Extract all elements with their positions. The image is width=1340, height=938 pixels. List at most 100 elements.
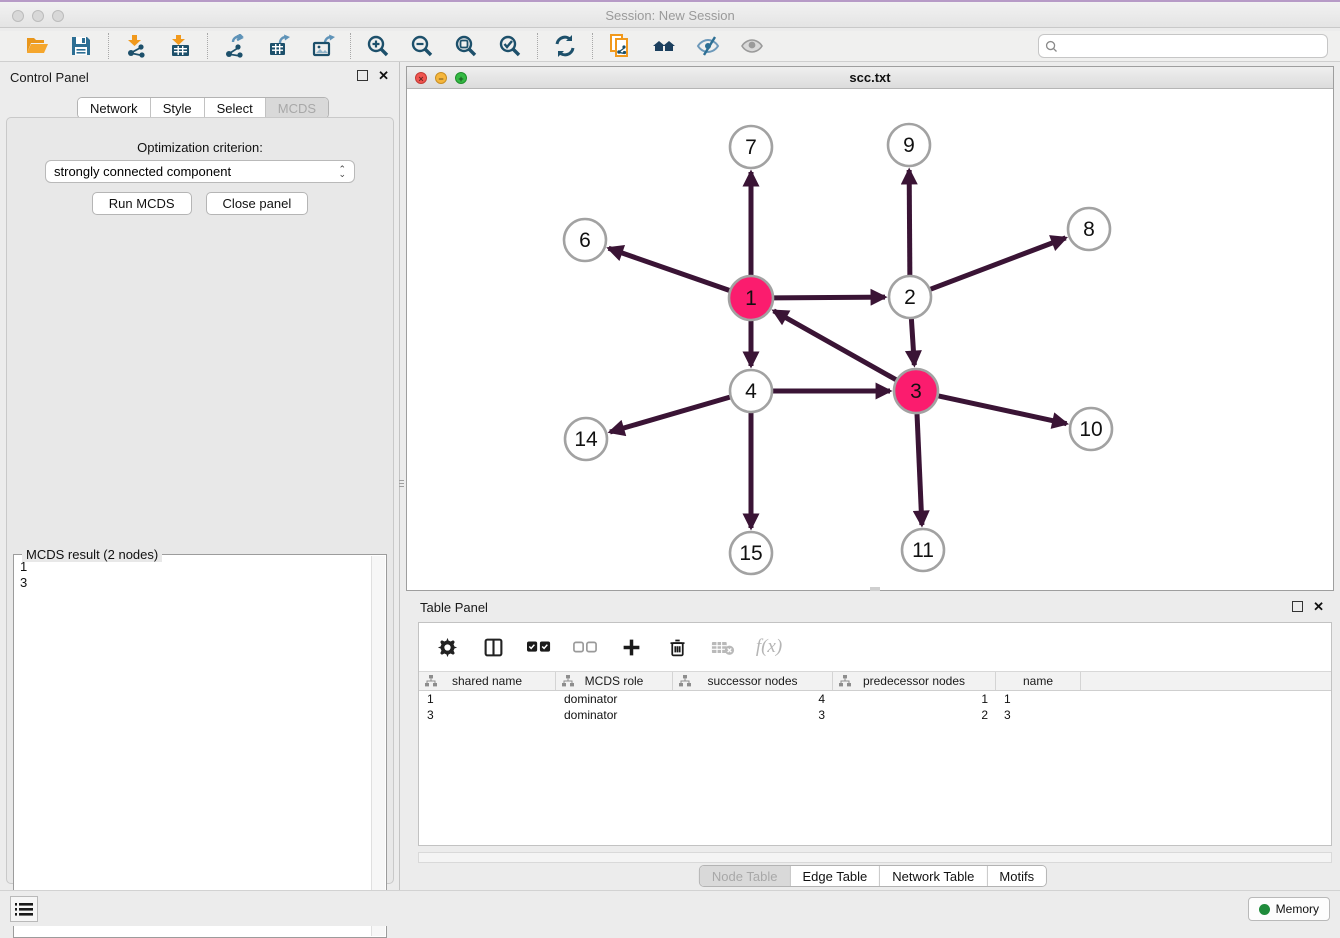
tab-select[interactable]: Select — [205, 98, 266, 118]
checked-boxes-icon[interactable] — [527, 635, 551, 659]
network-resize-handle[interactable] — [870, 587, 880, 591]
control-panel-tabs: NetworkStyleSelectMCDS — [77, 97, 329, 119]
tab-network-table[interactable]: Network Table — [880, 866, 987, 886]
svg-text:3: 3 — [910, 380, 922, 403]
status-bar: Memory — [0, 890, 1340, 926]
table-cell[interactable]: 4 — [673, 691, 833, 707]
run-mcds-button[interactable]: Run MCDS — [92, 192, 192, 215]
search-input[interactable] — [1062, 39, 1321, 53]
task-list-button[interactable] — [10, 896, 38, 922]
tab-edge-table[interactable]: Edge Table — [790, 866, 880, 886]
column-header-successor-nodes[interactable]: successor nodes — [673, 672, 833, 690]
column-header-label: successor nodes — [707, 674, 797, 688]
application-window: Session: New Session — [0, 0, 1340, 926]
duplicate-network-icon[interactable] — [607, 33, 633, 59]
graph-node-1[interactable]: 1 — [729, 276, 773, 320]
svg-text:4: 4 — [745, 380, 757, 403]
table-cell[interactable]: 2 — [833, 707, 996, 723]
column-header-shared-name[interactable]: shared name — [419, 672, 556, 690]
edge-4-14[interactable] — [610, 397, 730, 432]
close-panel-icon[interactable]: ✕ — [378, 70, 389, 81]
mcds-result-box: MCDS result (2 nodes) 1 3 — [13, 554, 387, 938]
mcds-result-text[interactable]: 1 3 — [16, 557, 370, 935]
table-horizontal-scrollbar[interactable] — [418, 852, 1332, 863]
dropdown-selected-value: strongly connected component — [54, 164, 338, 179]
unchecked-boxes-icon[interactable] — [573, 635, 597, 659]
table-cell[interactable]: 3 — [996, 707, 1081, 723]
column-header-predecessor-nodes[interactable]: predecessor nodes — [833, 672, 996, 690]
network-canvas[interactable]: 7 9 6 8 1 2 4 3 14 10 15 11 — [407, 89, 1333, 590]
table-cell[interactable]: 1 — [833, 691, 996, 707]
graph-node-8[interactable]: 8 — [1068, 208, 1110, 250]
trash-icon[interactable] — [665, 635, 689, 659]
panel-splitter-handle[interactable] — [399, 470, 404, 496]
graph-node-11[interactable]: 11 — [902, 529, 944, 571]
export-table-icon[interactable] — [266, 33, 292, 59]
delete-table-icon[interactable] — [711, 635, 735, 659]
graph-node-2[interactable]: 2 — [889, 276, 931, 318]
table-cell[interactable]: 1 — [996, 691, 1081, 707]
column-header-MCDS-role[interactable]: MCDS role — [556, 672, 673, 690]
graph-node-9[interactable]: 9 — [888, 124, 930, 166]
graph-node-10[interactable]: 10 — [1070, 408, 1112, 450]
table-cell[interactable]: dominator — [556, 691, 673, 707]
graph-node-3[interactable]: 3 — [894, 369, 938, 413]
import-table-icon[interactable] — [167, 33, 193, 59]
gear-icon[interactable] — [435, 635, 459, 659]
tab-motifs[interactable]: Motifs — [987, 866, 1046, 886]
plus-icon[interactable] — [619, 635, 643, 659]
column-header-name[interactable]: name — [996, 672, 1081, 690]
zoom-fit-icon[interactable] — [453, 33, 479, 59]
edge-3-10[interactable] — [938, 396, 1066, 424]
graph-node-15[interactable]: 15 — [730, 532, 772, 574]
save-icon[interactable] — [68, 33, 94, 59]
edge-3-1[interactable] — [774, 311, 896, 380]
table-cell[interactable]: 1 — [419, 691, 556, 707]
export-image-icon[interactable] — [310, 33, 336, 59]
refresh-icon[interactable] — [552, 33, 578, 59]
edge-2-3[interactable] — [911, 319, 914, 365]
show-eye-icon[interactable] — [739, 33, 765, 59]
graph-node-6[interactable]: 6 — [564, 219, 606, 261]
float-panel-icon[interactable] — [357, 70, 368, 81]
optimization-criterion-dropdown[interactable]: strongly connected component ⌃⌄ — [45, 160, 355, 183]
search-field[interactable] — [1038, 34, 1328, 58]
function-icon[interactable]: f(x) — [757, 635, 781, 659]
tab-network[interactable]: Network — [78, 98, 151, 118]
graph-node-7[interactable]: 7 — [730, 126, 772, 168]
memory-button[interactable]: Memory — [1248, 897, 1330, 921]
edge-1-6[interactable] — [609, 248, 730, 290]
network-window-titlebar[interactable]: × − + scc.txt — [407, 67, 1333, 89]
hide-eye-icon[interactable] — [695, 33, 721, 59]
close-table-panel-icon[interactable]: ✕ — [1313, 601, 1324, 612]
zoom-in-icon[interactable] — [365, 33, 391, 59]
import-network-icon[interactable] — [123, 33, 149, 59]
edge-3-11[interactable] — [917, 414, 922, 525]
close-panel-button[interactable]: Close panel — [206, 192, 309, 215]
table-row[interactable]: 1dominator411 — [419, 691, 1331, 707]
edge-1-2[interactable] — [774, 297, 885, 298]
edge-2-9[interactable] — [909, 170, 910, 275]
table-row[interactable]: 3dominator323 — [419, 707, 1331, 723]
graph-node-14[interactable]: 14 — [565, 418, 607, 460]
zoom-selected-icon[interactable] — [497, 33, 523, 59]
split-columns-icon[interactable] — [481, 635, 505, 659]
table-cell[interactable]: dominator — [556, 707, 673, 723]
export-network-icon[interactable] — [222, 33, 248, 59]
result-scrollbar[interactable] — [371, 556, 385, 936]
graph-node-4[interactable]: 4 — [730, 370, 772, 412]
tab-mcds[interactable]: MCDS — [266, 98, 328, 118]
float-table-panel-icon[interactable] — [1292, 601, 1303, 612]
optimization-criterion-label: Optimization criterion: — [7, 140, 393, 155]
edge-2-8[interactable] — [931, 238, 1066, 289]
table-cell[interactable]: 3 — [673, 707, 833, 723]
tab-node-table[interactable]: Node Table — [700, 866, 791, 886]
home-icon[interactable] — [651, 33, 677, 59]
column-header-label: shared name — [452, 674, 522, 688]
zoom-out-icon[interactable] — [409, 33, 435, 59]
open-folder-icon[interactable] — [24, 33, 50, 59]
control-panel: Control Panel ✕ NetworkStyleSelectMCDS O… — [0, 62, 400, 890]
list-icon — [15, 902, 33, 917]
tab-style[interactable]: Style — [151, 98, 205, 118]
table-cell[interactable]: 3 — [419, 707, 556, 723]
